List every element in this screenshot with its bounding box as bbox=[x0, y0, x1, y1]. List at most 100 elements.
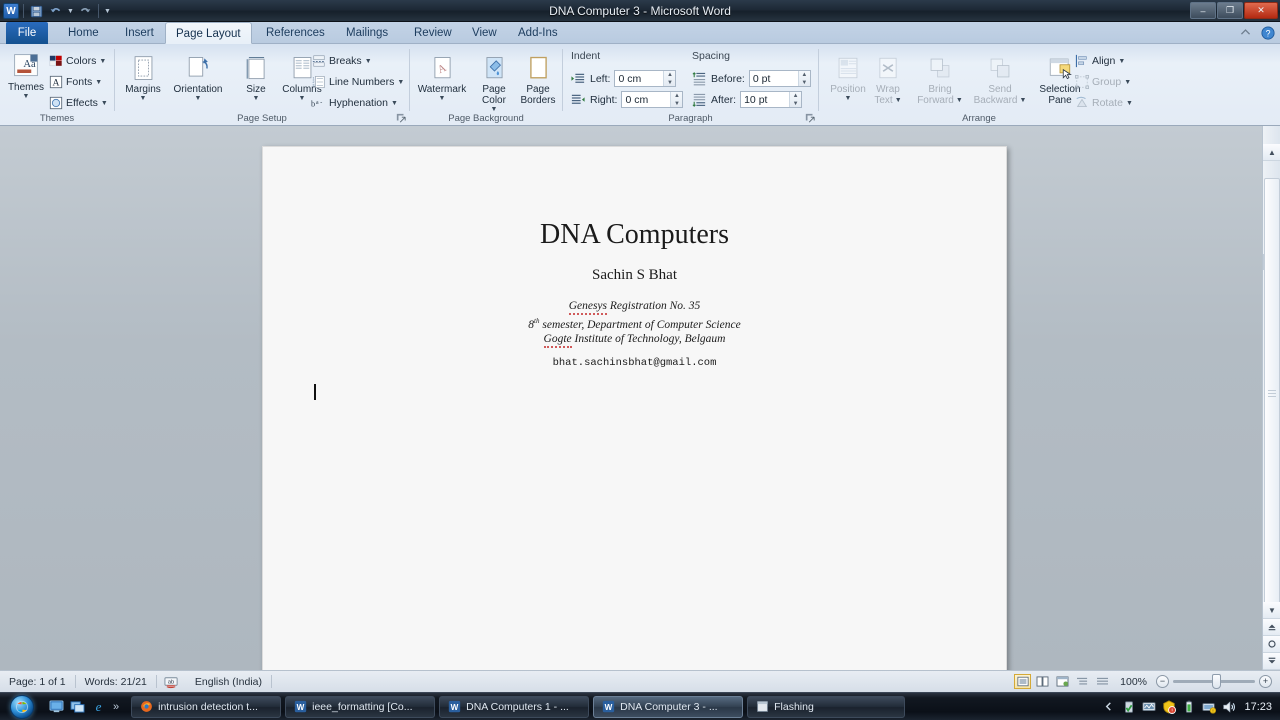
stepper-down-icon[interactable]: ▼ bbox=[671, 100, 682, 108]
chevron-down-icon[interactable]: ▼ bbox=[140, 95, 147, 102]
stepper-arrows[interactable]: ▲ ▼ bbox=[789, 92, 802, 108]
stepper-down-icon[interactable]: ▼ bbox=[799, 79, 810, 87]
tab-add-ins[interactable]: Add-Ins bbox=[508, 22, 568, 44]
zoom-in-button[interactable]: + bbox=[1259, 675, 1272, 688]
scroll-up-button[interactable]: ▲ bbox=[1263, 144, 1280, 161]
indent-left-stepper[interactable]: ▲▼ bbox=[614, 70, 677, 87]
switch-windows-icon[interactable] bbox=[69, 698, 86, 715]
page-borders-button[interactable]: Page Borders bbox=[516, 52, 560, 106]
tab-references[interactable]: References bbox=[256, 22, 335, 44]
chevron-down-icon[interactable]: ▼ bbox=[23, 93, 30, 100]
taskbar-item-dna-computer-3[interactable]: W DNA Computer 3 - ... bbox=[593, 695, 744, 718]
tab-review[interactable]: Review bbox=[404, 22, 462, 44]
orientation-button[interactable]: Orientation ▼ bbox=[167, 52, 229, 102]
indent-right-input[interactable] bbox=[622, 92, 671, 107]
chevron-down-icon[interactable]: ▼ bbox=[99, 58, 106, 65]
tab-mailings[interactable]: Mailings bbox=[336, 22, 398, 44]
spacing-after-stepper[interactable]: ▲▼ bbox=[740, 91, 803, 108]
print-layout-view-button[interactable] bbox=[1014, 674, 1032, 689]
hyphenation-button[interactable]: ba- Hyphenation ▼ bbox=[311, 93, 398, 113]
margins-button[interactable]: Margins ▼ bbox=[118, 52, 168, 102]
proofing-errors-icon[interactable]: ab bbox=[157, 671, 186, 693]
align-button[interactable]: Align ▼ bbox=[1074, 51, 1125, 71]
spacing-before-stepper[interactable]: ▲▼ bbox=[748, 70, 811, 87]
vertical-scrollbar[interactable]: ▲ ▼ bbox=[1262, 126, 1280, 670]
chevron-down-icon[interactable]: ▼ bbox=[1124, 79, 1131, 86]
battery-icon[interactable] bbox=[1181, 699, 1196, 714]
zoom-slider[interactable]: − + bbox=[1156, 674, 1272, 689]
bring-forward-button[interactable]: Bring Forward ▼ bbox=[909, 52, 971, 106]
outline-view-button[interactable] bbox=[1074, 674, 1091, 689]
stepper-down-icon[interactable]: ▼ bbox=[664, 79, 675, 87]
themes-button[interactable]: Aa Themes ▼ bbox=[4, 50, 48, 100]
zoom-slider-track[interactable] bbox=[1173, 674, 1255, 689]
page-setup-dialog-launcher[interactable] bbox=[396, 113, 406, 123]
zoom-out-button[interactable]: − bbox=[1156, 675, 1169, 688]
start-button[interactable] bbox=[0, 693, 44, 720]
taskbar-item-dna-computers-1[interactable]: W DNA Computers 1 - ... bbox=[439, 695, 590, 718]
chevron-down-icon[interactable]: ▼ bbox=[253, 95, 260, 102]
chevron-down-icon[interactable]: ▼ bbox=[299, 95, 306, 102]
chevron-down-icon[interactable]: ▼ bbox=[195, 95, 202, 102]
taskbar-clock[interactable]: 17:23 bbox=[1241, 701, 1272, 713]
watermark-button[interactable]: A Watermark ▼ bbox=[414, 52, 470, 102]
web-layout-view-button[interactable] bbox=[1054, 674, 1071, 689]
paragraph-dialog-launcher[interactable] bbox=[805, 113, 815, 123]
chevron-down-icon[interactable]: ▼ bbox=[491, 106, 498, 113]
restore-button[interactable]: ❐ bbox=[1217, 2, 1243, 19]
breaks-button[interactable]: Breaks ▼ bbox=[311, 51, 372, 71]
status-language[interactable]: English (India) bbox=[186, 671, 271, 693]
previous-page-button[interactable] bbox=[1263, 619, 1280, 636]
chevron-down-icon[interactable]: ▼ bbox=[845, 95, 852, 102]
rotate-button[interactable]: Rotate ▼ bbox=[1074, 93, 1133, 113]
taskbar-item-ieee-formatting[interactable]: W ieee_formatting [Co... bbox=[285, 695, 436, 718]
select-browse-object-button[interactable] bbox=[1263, 636, 1280, 653]
full-screen-reading-view-button[interactable] bbox=[1034, 674, 1051, 689]
stepper-arrows[interactable]: ▲ ▼ bbox=[663, 71, 676, 87]
chevron-down-icon[interactable]: ▼ bbox=[956, 97, 963, 104]
volume-icon[interactable] bbox=[1221, 699, 1236, 714]
chevron-down-icon[interactable]: ▼ bbox=[1126, 100, 1133, 107]
stepper-down-icon[interactable]: ▼ bbox=[790, 100, 801, 108]
indent-left-input[interactable] bbox=[615, 71, 664, 86]
help-icon[interactable]: ? bbox=[1259, 24, 1276, 41]
chevron-down-icon[interactable]: ▼ bbox=[895, 97, 902, 104]
group-button[interactable]: Group ▼ bbox=[1074, 72, 1131, 92]
scroll-thumb[interactable] bbox=[1264, 178, 1280, 608]
zoom-slider-thumb[interactable] bbox=[1212, 674, 1222, 689]
taskbar-item-firefox[interactable]: intrusion detection t... bbox=[131, 695, 282, 718]
theme-fonts-button[interactable]: A Fonts ▼ bbox=[48, 72, 102, 92]
show-hidden-icons-chevron[interactable] bbox=[1101, 699, 1116, 714]
antivirus-icon[interactable] bbox=[1121, 699, 1136, 714]
size-button[interactable]: Size ▼ bbox=[234, 52, 278, 102]
internet-explorer-icon[interactable]: e bbox=[90, 698, 107, 715]
tab-view[interactable]: View bbox=[462, 22, 507, 44]
stepper-arrows[interactable]: ▲ ▼ bbox=[797, 71, 810, 87]
stepper-up-icon[interactable]: ▲ bbox=[799, 71, 810, 79]
chevron-down-icon[interactable]: ▼ bbox=[391, 100, 398, 107]
position-button[interactable]: Position ▼ bbox=[823, 52, 873, 102]
indent-right-stepper[interactable]: ▲▼ bbox=[621, 91, 684, 108]
send-backward-button[interactable]: Send Backward ▼ bbox=[967, 52, 1033, 106]
page-color-button[interactable]: Page Color ▼ bbox=[472, 52, 516, 113]
stepper-up-icon[interactable]: ▲ bbox=[790, 92, 801, 100]
close-button[interactable]: ✕ bbox=[1244, 2, 1278, 19]
quick-launch-more-icon[interactable]: » bbox=[111, 701, 121, 713]
taskbar-item-flashing[interactable]: Flashing bbox=[747, 695, 906, 718]
draft-view-button[interactable] bbox=[1094, 674, 1111, 689]
network-monitor-icon[interactable] bbox=[1141, 699, 1156, 714]
chevron-down-icon[interactable]: ▼ bbox=[95, 79, 102, 86]
minimize-ribbon-icon[interactable] bbox=[1237, 24, 1254, 41]
chevron-down-icon[interactable]: ▼ bbox=[439, 95, 446, 102]
document-page[interactable]: DNA Computers Sachin S Bhat Genesys Regi… bbox=[262, 146, 1007, 670]
show-desktop-icon[interactable] bbox=[48, 698, 65, 715]
stepper-up-icon[interactable]: ▲ bbox=[664, 71, 675, 79]
document-workspace[interactable]: DNA Computers Sachin S Bhat Genesys Regi… bbox=[0, 126, 1280, 670]
chevron-down-icon[interactable]: ▼ bbox=[397, 79, 404, 86]
network-icon[interactable]: ! bbox=[1201, 699, 1216, 714]
status-word-count[interactable]: Words: 21/21 bbox=[76, 671, 156, 693]
tab-page-layout[interactable]: Page Layout bbox=[165, 22, 252, 44]
stepper-up-icon[interactable]: ▲ bbox=[671, 92, 682, 100]
next-page-button[interactable] bbox=[1263, 653, 1280, 670]
security-alert-icon[interactable]: ! bbox=[1161, 699, 1176, 714]
